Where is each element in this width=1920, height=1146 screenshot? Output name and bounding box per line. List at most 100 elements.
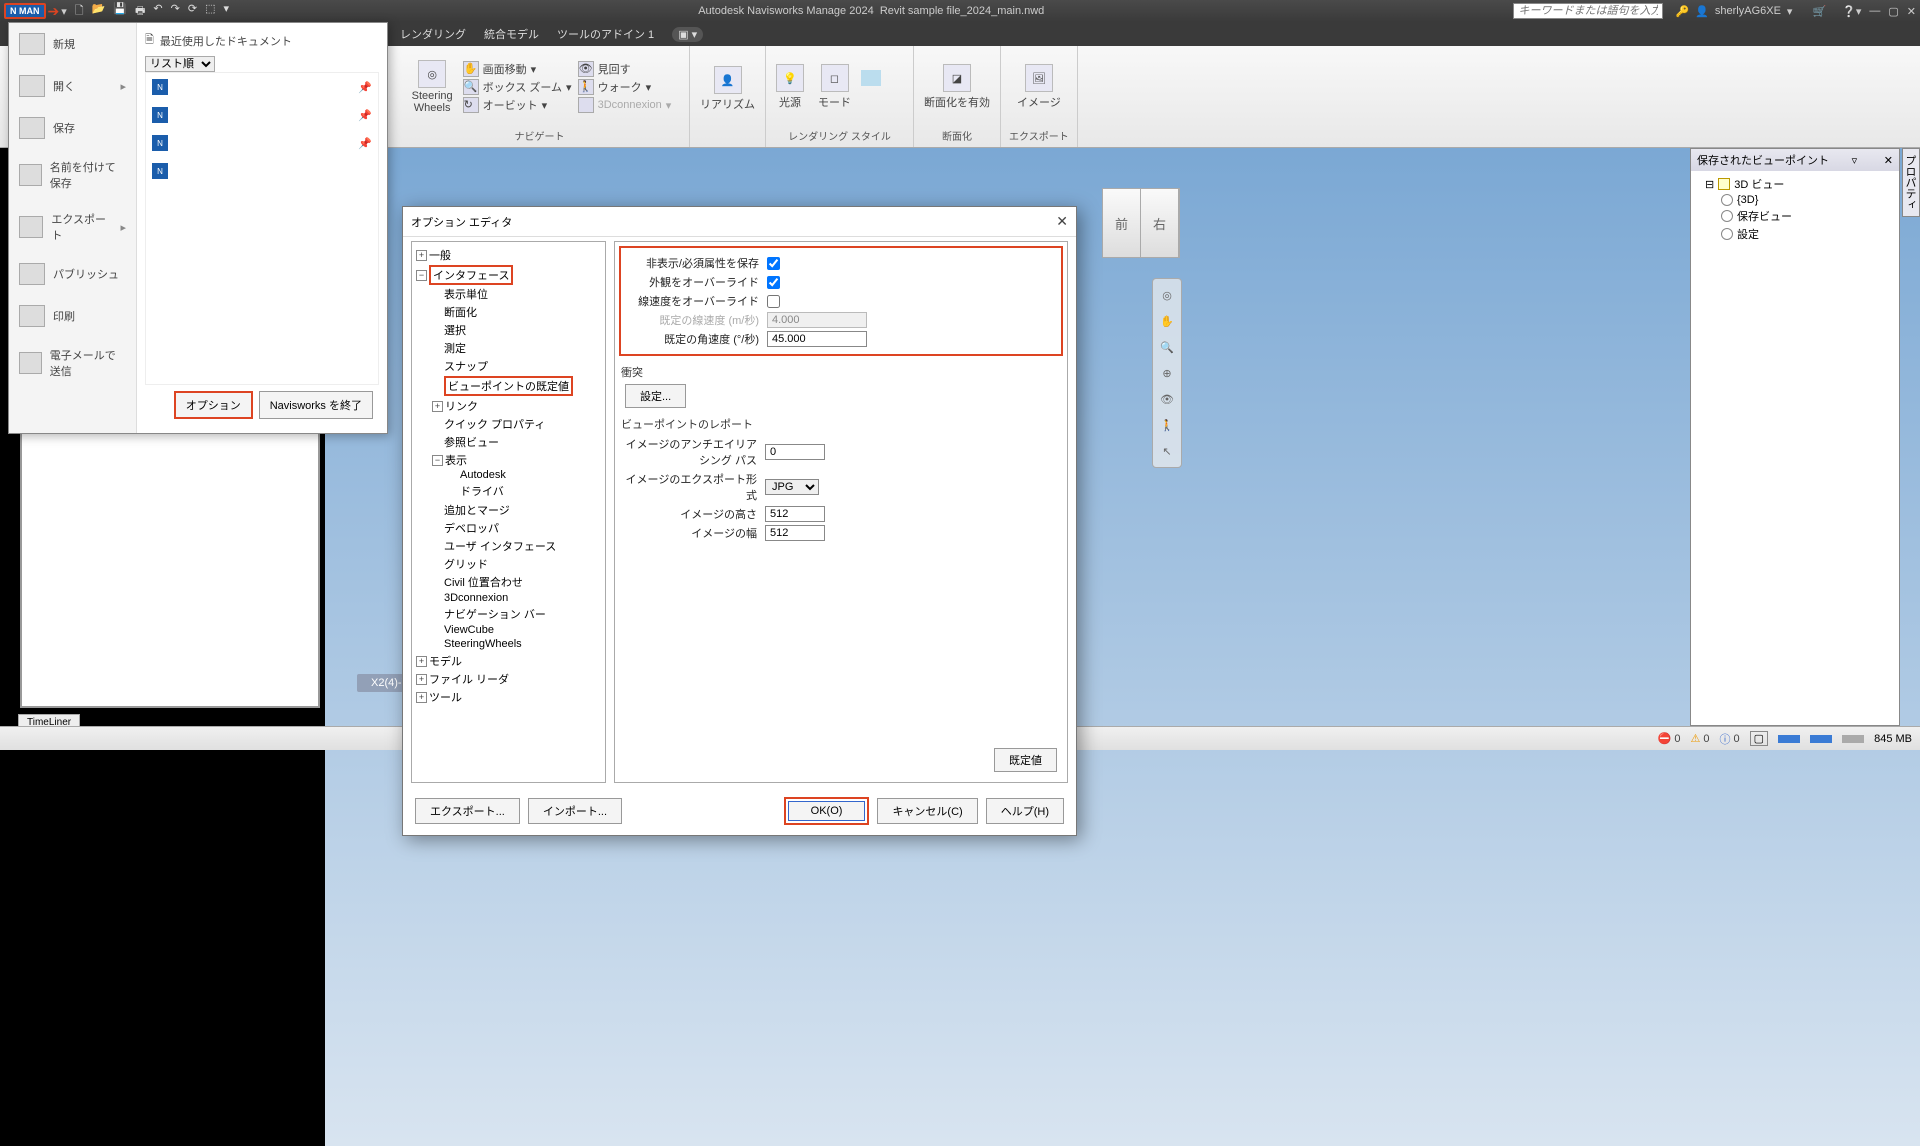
close-icon[interactable]: ✕: [1907, 5, 1916, 18]
tree-interface[interactable]: インタフェース: [429, 265, 513, 285]
override-material-checkbox[interactable]: [767, 276, 780, 289]
appmenu-open[interactable]: 開く▸: [9, 65, 136, 107]
appmenu-print[interactable]: 印刷: [9, 295, 136, 337]
orbit-button[interactable]: ↻オービット▾: [463, 97, 572, 113]
print-icon[interactable]: 🖶: [135, 2, 145, 21]
pin-icon[interactable]: 📌: [358, 81, 372, 94]
tree-item[interactable]: Civil 位置合わせ: [444, 574, 523, 590]
undo-icon[interactable]: ↶: [153, 2, 162, 21]
tree-item[interactable]: ツール: [429, 689, 462, 705]
connexion-button[interactable]: 3Dconnexion▾: [578, 97, 672, 113]
user-dropdown-icon[interactable]: ▾: [1787, 5, 1793, 18]
tree-item[interactable]: 保存ビュー: [1693, 207, 1897, 225]
collapse-icon[interactable]: −: [432, 455, 443, 466]
expand-icon[interactable]: +: [416, 692, 427, 703]
properties-tab[interactable]: プロパティ: [1902, 148, 1920, 217]
tree-item[interactable]: 表示: [445, 452, 467, 468]
appmenu-publish[interactable]: パブリッシュ: [9, 253, 136, 295]
style-icon-4[interactable]: [887, 88, 907, 104]
expand-icon[interactable]: +: [432, 401, 443, 412]
appmenu-export[interactable]: エクスポート▸: [9, 201, 136, 253]
cancel-button[interactable]: キャンセル(C): [877, 798, 977, 824]
pan-button[interactable]: ✋画面移動▾: [463, 61, 572, 77]
defaults-button[interactable]: 既定値: [994, 748, 1057, 772]
warning-icon[interactable]: ⚠: [1691, 732, 1701, 745]
tree-item[interactable]: 3Dconnexion: [444, 592, 508, 604]
style-icon-2[interactable]: [861, 88, 881, 104]
options-button[interactable]: オプション: [174, 391, 253, 419]
steering-wheels-button[interactable]: ◎ Steering Wheels: [408, 58, 457, 116]
recent-sort-select[interactable]: リスト順: [145, 56, 215, 72]
expand-icon[interactable]: +: [416, 250, 427, 261]
ribbon-tab-rendering[interactable]: レンダリング: [400, 26, 466, 42]
save-attr-checkbox[interactable]: [767, 257, 780, 270]
tree-item[interactable]: グリッド: [444, 556, 488, 572]
tree-item[interactable]: 断面化: [444, 304, 477, 320]
recent-item[interactable]: N: [146, 157, 378, 185]
help-button[interactable]: ヘルプ(H): [986, 798, 1064, 824]
viewcube[interactable]: 前 右: [1102, 188, 1180, 258]
tree-item[interactable]: 設定: [1693, 225, 1897, 243]
tree-item[interactable]: 選択: [444, 322, 466, 338]
panel-dropdown-icon[interactable]: ▿: [1852, 154, 1858, 167]
tree-item[interactable]: デベロッパ: [444, 520, 499, 536]
expand-icon[interactable]: +: [416, 656, 427, 667]
tree-viewpoint-defaults[interactable]: ビューポイントの既定値: [444, 376, 573, 396]
section-button[interactable]: ◪断面化を有効: [920, 62, 994, 112]
options-tree[interactable]: +一般 −インタフェース 表示単位 断面化 選択 測定 スナップ ビューポイント…: [411, 241, 606, 783]
zoom-button[interactable]: 🔍ボックス ズーム▾: [463, 79, 572, 95]
error-icon[interactable]: ⛔: [1658, 732, 1672, 745]
pin-icon[interactable]: 📌: [358, 137, 372, 150]
refresh-icon[interactable]: ⟳: [188, 2, 197, 21]
redo-icon[interactable]: ↷: [171, 2, 180, 21]
tree-item[interactable]: ViewCube: [444, 624, 494, 636]
light-button[interactable]: 💡光源: [772, 62, 808, 112]
panel-close-icon[interactable]: ✕: [1884, 154, 1893, 167]
ribbon-tab-addin[interactable]: ツールのアドイン 1: [557, 26, 654, 42]
ribbon-tab-integrated[interactable]: 統合モデル: [484, 26, 539, 42]
aa-pass-input[interactable]: [765, 444, 825, 460]
export-format-select[interactable]: JPG: [765, 479, 819, 495]
override-linear-checkbox[interactable]: [767, 295, 780, 308]
tree-item[interactable]: SteeringWheels: [444, 638, 522, 650]
layout-icon[interactable]: ▢: [1750, 731, 1768, 746]
dialog-import-button[interactable]: インポート...: [528, 798, 622, 824]
tree-item[interactable]: 追加とマージ: [444, 502, 510, 518]
tree-item[interactable]: リンク: [445, 398, 478, 414]
tree-item[interactable]: ユーザ インタフェース: [444, 538, 556, 554]
appmenu-save[interactable]: 保存: [9, 107, 136, 149]
nav-select-icon[interactable]: ↖: [1155, 439, 1179, 463]
ok-button[interactable]: OK(O): [788, 801, 866, 821]
tree-item[interactable]: クイック プロパティ: [444, 416, 545, 432]
restore-icon[interactable]: ▢: [1888, 5, 1898, 18]
open-icon[interactable]: 📂: [92, 2, 106, 21]
mode-button[interactable]: ◻モード: [814, 62, 855, 112]
tree-item[interactable]: ナビゲーション バー: [444, 606, 546, 622]
tree-root[interactable]: ⊟3D ビュー: [1693, 175, 1897, 193]
menu-dropdown-icon[interactable]: ▾: [61, 5, 67, 18]
image-width-input[interactable]: [765, 525, 825, 541]
appmenu-new[interactable]: 新規: [9, 23, 136, 65]
appmenu-saveas[interactable]: 名前を付けて保存: [9, 149, 136, 201]
collision-settings-button[interactable]: 設定...: [625, 384, 686, 408]
exit-button[interactable]: Navisworks を終了: [259, 391, 373, 419]
angular-speed-input[interactable]: [767, 331, 867, 347]
viewcube-right[interactable]: 右: [1141, 189, 1179, 257]
realism-button[interactable]: 👤リアリズム: [696, 64, 759, 114]
help-icon[interactable]: ❔▾: [1842, 5, 1861, 18]
dialog-close-icon[interactable]: ✕: [1056, 213, 1068, 230]
tree-item[interactable]: {3D}: [1693, 193, 1897, 207]
collapse-icon[interactable]: −: [416, 270, 427, 281]
cart-icon[interactable]: 🛒: [1812, 5, 1826, 18]
app-logo[interactable]: N MAN: [4, 3, 46, 19]
expand-icon[interactable]: +: [416, 674, 427, 685]
recent-item[interactable]: N📌: [146, 129, 378, 157]
image-height-input[interactable]: [765, 506, 825, 522]
walk-button[interactable]: 🚶ウォーク▾: [578, 79, 672, 95]
tree-item[interactable]: Autodesk: [460, 469, 506, 481]
tree-item[interactable]: ドライバ: [460, 483, 504, 499]
recent-item[interactable]: N📌: [146, 73, 378, 101]
image-button[interactable]: 🖼イメージ: [1013, 62, 1065, 112]
nav-walk-icon[interactable]: 🚶: [1155, 413, 1179, 437]
tree-item[interactable]: 測定: [444, 340, 466, 356]
